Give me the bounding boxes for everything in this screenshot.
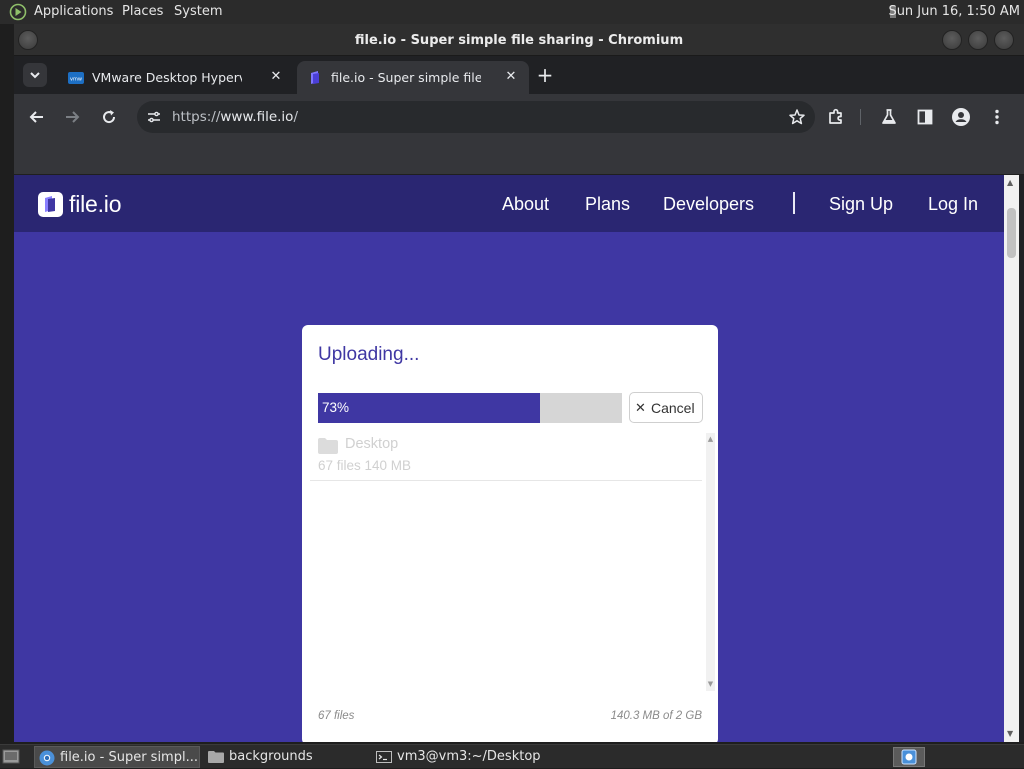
terminal-icon <box>376 749 392 765</box>
workspace-switcher[interactable] <box>893 747 925 767</box>
puzzle-icon <box>829 108 842 124</box>
upload-progress-label: 73% <box>322 400 350 415</box>
storage-usage: 140.3 MB of 2 GB <box>610 710 702 722</box>
arrow-left-icon <box>29 111 43 123</box>
tab-search-button[interactable] <box>23 63 47 87</box>
site-brand: file.io <box>69 191 122 217</box>
browser-window: file.io - Super simple file sharing - Ch… <box>14 24 1024 742</box>
menu-applications[interactable]: Applications <box>34 4 113 20</box>
tab-fileio[interactable]: file.io - Super simple file sharing ✕ <box>297 61 529 94</box>
folder-meta: 67 files 140 MB <box>318 458 412 473</box>
url-path: / <box>293 109 298 125</box>
url-scheme: https:// <box>172 109 221 125</box>
window-title: file.io - Super simple file sharing - Ch… <box>354 33 684 48</box>
nav-plans[interactable]: Plans <box>585 193 630 215</box>
profile-icon <box>952 108 970 126</box>
flask-icon <box>882 109 896 124</box>
clock[interactable]: Sun Jun 16, 1:50 AM <box>888 4 1020 20</box>
reload-button[interactable] <box>98 106 120 128</box>
nav-developers[interactable]: Developers <box>663 193 754 215</box>
close-icon[interactable]: ✕ <box>503 69 519 85</box>
browser-toolbar: https://www.file.io/ <box>14 94 1024 140</box>
chromium-icon <box>39 750 55 766</box>
maximize-button[interactable] <box>968 30 988 50</box>
fileio-icon <box>307 70 323 86</box>
taskbar: file.io - Super simpl... backgrounds vm3… <box>0 744 1024 768</box>
url-host: www.file.io <box>220 109 294 125</box>
show-desktop-icon[interactable] <box>2 748 20 765</box>
tab-title: VMware Desktop Hypervisor <box>92 70 242 85</box>
nav-sign-up[interactable]: Sign Up <box>829 193 893 215</box>
upload-progress-fill <box>318 393 540 423</box>
bookmarks-bar <box>14 140 1024 175</box>
top-panel: Applications Places System Sun Jun 16, 1… <box>0 0 1024 24</box>
file-list-scrollbar[interactable]: ▲ ▼ <box>706 433 715 691</box>
taskbar-item-terminal[interactable]: vm3@vm3:~/Desktop <box>372 746 572 768</box>
applications-logo-icon[interactable] <box>9 3 27 21</box>
toolbar-separator <box>860 109 861 125</box>
labs-button[interactable] <box>878 106 900 128</box>
list-item: Desktop 67 files 140 MB <box>310 433 702 481</box>
chevron-down-icon <box>30 72 40 79</box>
url-text: https://www.file.io/ <box>172 109 298 125</box>
reload-icon <box>103 110 116 124</box>
nav-log-in[interactable]: Log In <box>928 193 978 215</box>
upload-progress-bar: 73% <box>318 393 622 423</box>
address-bar[interactable]: https://www.file.io/ <box>137 101 815 133</box>
page-viewport: file.io About Plans Developers Sign Up L… <box>14 175 1004 742</box>
menu-button[interactable] <box>986 106 1008 128</box>
taskbar-item-chromium[interactable]: file.io - Super simpl... <box>34 746 200 768</box>
upload-heading: Uploading... <box>318 344 420 365</box>
nav-divider <box>793 192 795 214</box>
taskbar-item-label: file.io - Super simpl... <box>60 750 198 765</box>
side-panel-icon <box>917 109 933 125</box>
profile-button[interactable] <box>950 106 972 128</box>
tab-vmware[interactable]: vmw VMware Desktop Hypervisor ✕ <box>58 61 294 94</box>
side-panel-button[interactable] <box>914 106 936 128</box>
new-tab-button[interactable]: + <box>534 65 556 87</box>
folder-icon <box>318 438 338 454</box>
forward-button[interactable] <box>61 106 83 128</box>
vmware-icon: vmw <box>68 70 84 86</box>
menu-places[interactable]: Places <box>122 4 163 20</box>
taskbar-item-label: backgrounds <box>229 749 313 764</box>
taskbar-item-backgrounds[interactable]: backgrounds <box>204 746 364 768</box>
tab-strip: vmw VMware Desktop Hypervisor ✕ file.io … <box>14 56 1024 94</box>
back-button[interactable] <box>26 106 48 128</box>
extensions-button[interactable] <box>825 106 847 128</box>
scroll-up-icon[interactable]: ▲ <box>1007 179 1013 187</box>
window-titlebar[interactable]: file.io - Super simple file sharing - Ch… <box>14 24 1024 56</box>
files-count: 67 files <box>318 710 355 722</box>
menu-system[interactable]: System <box>174 4 222 20</box>
upload-card: Uploading... 73% ✕ Cancel Desktop 67 fil… <box>302 325 718 742</box>
site-info-icon[interactable] <box>146 109 162 125</box>
upload-file-list[interactable]: Desktop 67 files 140 MB ▲ ▼ <box>310 433 715 691</box>
tab-title: file.io - Super simple file sharing <box>331 70 481 85</box>
nav-about[interactable]: About <box>502 193 549 215</box>
folder-icon <box>208 749 224 765</box>
taskbar-item-label: vm3@vm3:~/Desktop <box>397 749 541 764</box>
close-icon: ✕ <box>635 400 646 415</box>
site-navbar: file.io About Plans Developers Sign Up L… <box>14 175 1004 232</box>
minimize-button[interactable] <box>942 30 962 50</box>
svg-text:vmw: vmw <box>70 77 82 83</box>
kebab-menu-icon <box>995 109 999 125</box>
cancel-button[interactable]: ✕ Cancel <box>629 392 703 423</box>
cancel-label: Cancel <box>651 400 695 416</box>
star-icon[interactable] <box>788 108 806 126</box>
fileio-logo-icon <box>38 192 63 217</box>
close-window-button[interactable] <box>994 30 1014 50</box>
arrow-right-icon <box>66 111 80 123</box>
page-scrollbar[interactable]: ▲ ▼ <box>1004 175 1019 742</box>
scrollbar-thumb[interactable] <box>1007 208 1016 258</box>
folder-name: Desktop <box>345 436 399 452</box>
close-icon[interactable]: ✕ <box>268 69 284 85</box>
scroll-up-icon[interactable]: ▲ <box>707 436 714 443</box>
scroll-down-icon[interactable]: ▼ <box>1007 730 1013 738</box>
scroll-down-icon[interactable]: ▼ <box>707 681 714 688</box>
